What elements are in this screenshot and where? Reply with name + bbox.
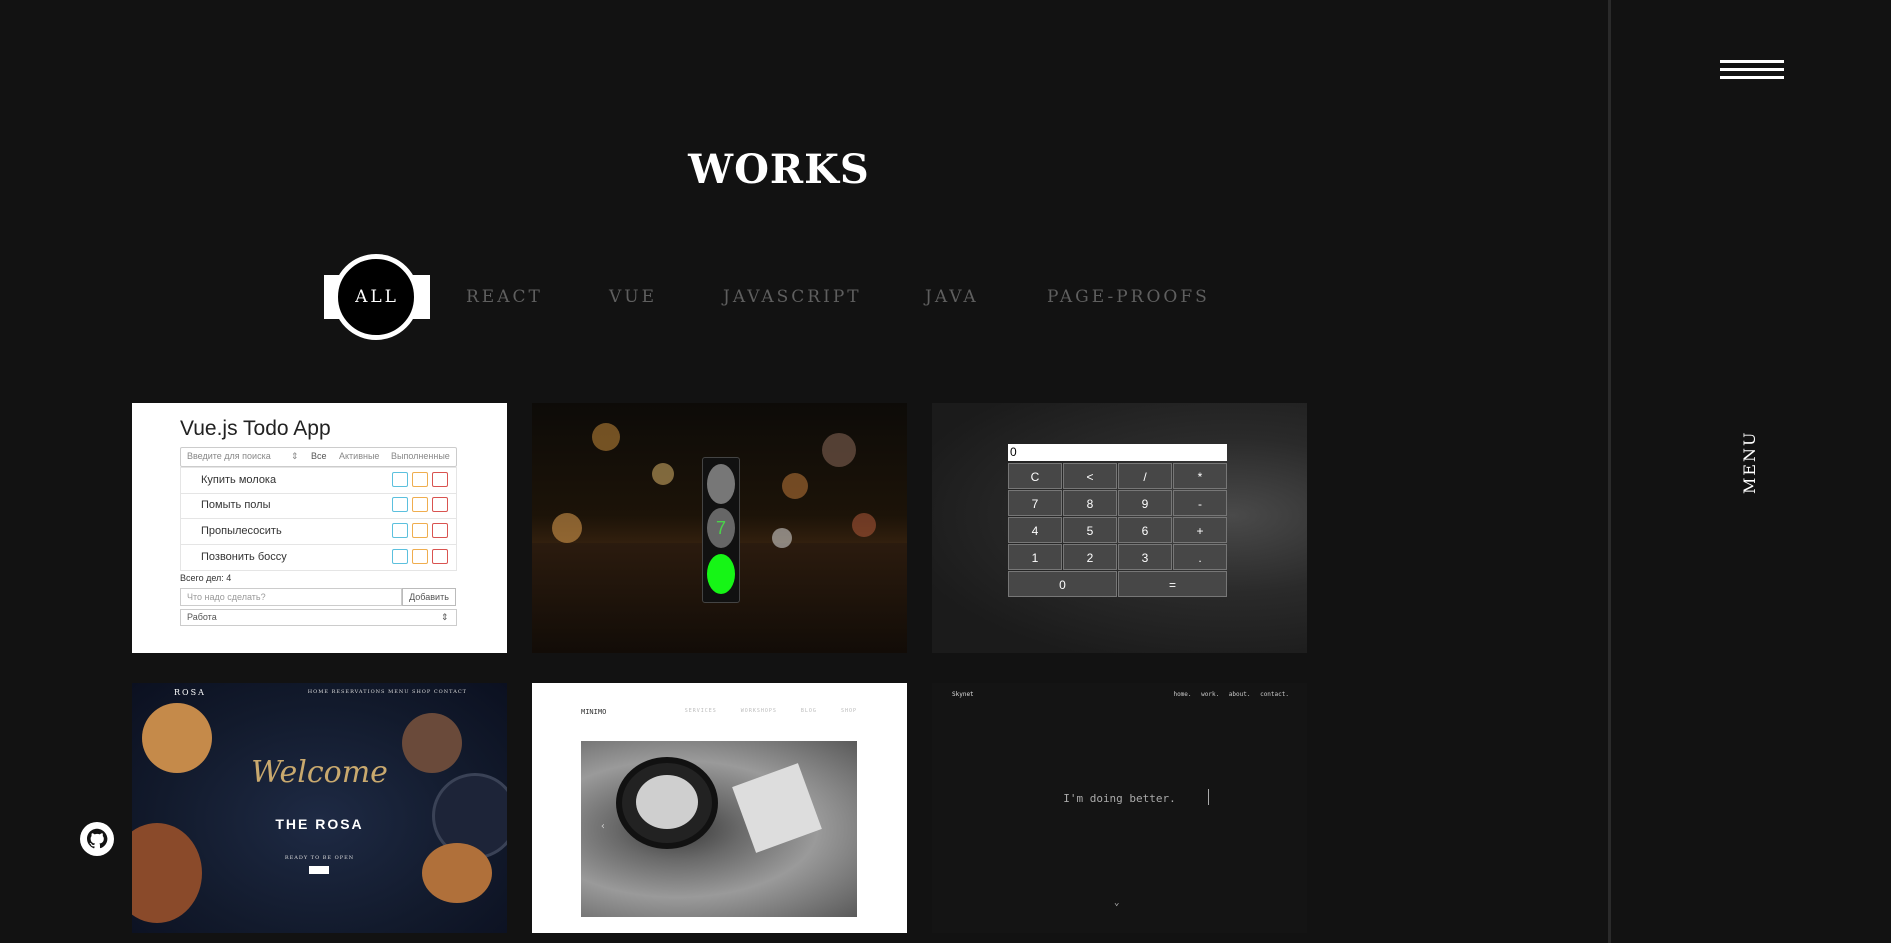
calculator-display: 0 [1008, 444, 1227, 461]
calc-key: 7 [1008, 490, 1062, 516]
page-title: WORKS [688, 146, 870, 193]
calc-key: 0 [1008, 571, 1117, 597]
project-card-calculator[interactable]: 0 C < / * 7 8 9 - 4 5 6 + 1 2 3 . 0 = [932, 403, 1307, 653]
todo-toolbar: Введите для поиска ⇕ Все Активные Выполн… [180, 447, 457, 467]
project-card-vue-todo[interactable]: Vue.js Todo App Введите для поиска ⇕ Все… [132, 403, 507, 653]
todo-item: Пропылесосить [180, 519, 457, 545]
todo-tab-active: Активные [339, 451, 380, 461]
todo-tab-done: Выполненные [391, 451, 450, 461]
calc-key: 2 [1063, 544, 1117, 570]
filter-bar: ALL REACT VUE JAVASCRIPT JAVA PAGE-PROOF… [0, 254, 1558, 340]
calc-key: 6 [1118, 517, 1172, 543]
right-rail-divider [1608, 0, 1611, 943]
calc-key: . [1173, 544, 1227, 570]
red-lamp [707, 464, 735, 504]
calc-key: C [1008, 463, 1062, 489]
calc-key: 8 [1063, 490, 1117, 516]
coffee-foam [636, 775, 698, 829]
minimo-brand: MINIMO [581, 708, 607, 716]
calc-key: 4 [1008, 517, 1062, 543]
github-icon[interactable] [80, 822, 114, 856]
todo-item: Купить молока [180, 467, 457, 494]
todo-item: Позвонить боссу [180, 545, 457, 571]
project-card-rosa[interactable]: ROSA HOME RESERVATIONS MENU SHOP CONTACT… [132, 683, 507, 933]
green-lamp [707, 554, 735, 594]
calc-key: - [1173, 490, 1227, 516]
calc-key: 1 [1008, 544, 1062, 570]
menu-label[interactable]: MENU [1740, 430, 1760, 494]
todo-add-placeholder: Что надо сделать? [187, 592, 266, 602]
todo-tab-all: Все [311, 451, 327, 461]
chevron-down-icon: ⌄ [1114, 898, 1120, 908]
filter-react[interactable]: REACT [466, 287, 543, 307]
filter-javascript[interactable]: JAVASCRIPT [723, 287, 862, 307]
skynet-brand: Skynet [952, 691, 974, 698]
rosa-logo: ROSA [174, 688, 206, 697]
rosa-subtitle: READY TO BE OPEN [284, 855, 355, 861]
rosa-cta [309, 866, 329, 874]
traffic-light: 7 [702, 457, 740, 603]
calc-key: 9 [1118, 490, 1172, 516]
chevron-left-icon: ‹ [600, 821, 607, 832]
todo-item: Помыть полы [180, 493, 457, 519]
filter-java[interactable]: JAVA [925, 287, 979, 307]
countdown-lamp: 7 [707, 508, 735, 548]
filter-page-proofs[interactable]: PAGE-PROOFS [1047, 287, 1210, 307]
filter-vue[interactable]: VUE [609, 287, 657, 307]
filter-all-label: ALL [355, 287, 399, 307]
project-card-skynet[interactable]: Skynet home. work. about. contact. I'm d… [932, 683, 1307, 933]
todo-add-button: Добавить [402, 588, 456, 606]
calc-key: * [1173, 463, 1227, 489]
rosa-name: THE ROSA [275, 816, 364, 832]
todo-title: Vue.js Todo App [180, 417, 331, 440]
calc-key: < [1063, 463, 1117, 489]
filter-all[interactable]: ALL [324, 254, 430, 342]
todo-count: Всего дел: 4 [180, 573, 232, 583]
text-cursor [1208, 789, 1209, 805]
project-card-minimo[interactable]: MINIMO SERVICES WORKSHOPS BLOG SHOP ‹ [532, 683, 907, 933]
calc-key: = [1118, 571, 1227, 597]
calc-key: + [1173, 517, 1227, 543]
skynet-nav: home. work. about. contact. [1173, 691, 1289, 698]
calculator-keypad: C < / * 7 8 9 - 4 5 6 + 1 2 3 . 0 = [1008, 463, 1230, 597]
calc-key: 5 [1063, 517, 1117, 543]
todo-category-select: Работа ⇕ [180, 609, 457, 626]
rosa-welcome: Welcome [251, 755, 388, 790]
todo-search-placeholder: Введите для поиска [187, 451, 271, 461]
project-card-traffic-light[interactable]: 7 [532, 403, 907, 653]
rosa-nav: HOME RESERVATIONS MENU SHOP CONTACT [307, 689, 467, 695]
todo-add-row: Что надо сделать? Добавить [180, 588, 456, 606]
minimo-nav: SERVICES WORKSHOPS BLOG SHOP [684, 708, 857, 714]
skynet-tagline: I'm doing better. [1063, 792, 1176, 805]
hamburger-icon[interactable] [1720, 60, 1784, 86]
calc-key: / [1118, 463, 1172, 489]
calc-key: 3 [1118, 544, 1172, 570]
